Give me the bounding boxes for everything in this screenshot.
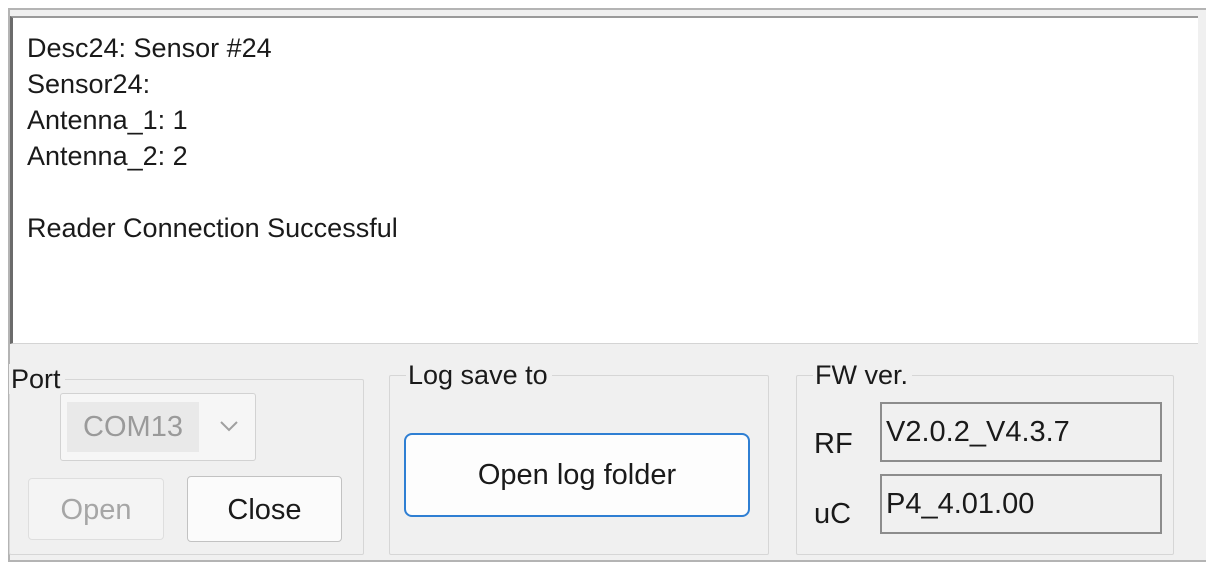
rf-label: RF <box>814 428 853 460</box>
log-save-group-label: Log save to <box>406 360 552 390</box>
log-line: Antenna_1: 1 <box>27 105 188 135</box>
rf-version-field: V2.0.2_V4.3.7 <box>880 402 1162 462</box>
fw-version-group-label: FW ver. <box>813 360 912 390</box>
port-select[interactable]: COM13 <box>60 393 256 461</box>
open-log-folder-button[interactable]: Open log folder <box>404 433 750 517</box>
log-output[interactable]: Desc24: Sensor #24 Sensor24: Antenna_1: … <box>10 16 1198 344</box>
log-line: Antenna_2: 2 <box>27 141 188 171</box>
log-line: Sensor24: <box>27 69 151 99</box>
uc-version-field: P4_4.01.00 <box>880 474 1162 534</box>
log-line: Reader Connection Successful <box>27 213 398 243</box>
close-button[interactable]: Close <box>187 476 342 542</box>
uc-label: uC <box>814 498 852 530</box>
chevron-down-icon <box>220 421 238 432</box>
open-button[interactable]: Open <box>28 478 164 540</box>
port-select-value: COM13 <box>67 402 199 452</box>
port-group-label: Port <box>9 364 65 394</box>
log-line: Desc24: Sensor #24 <box>27 33 272 63</box>
